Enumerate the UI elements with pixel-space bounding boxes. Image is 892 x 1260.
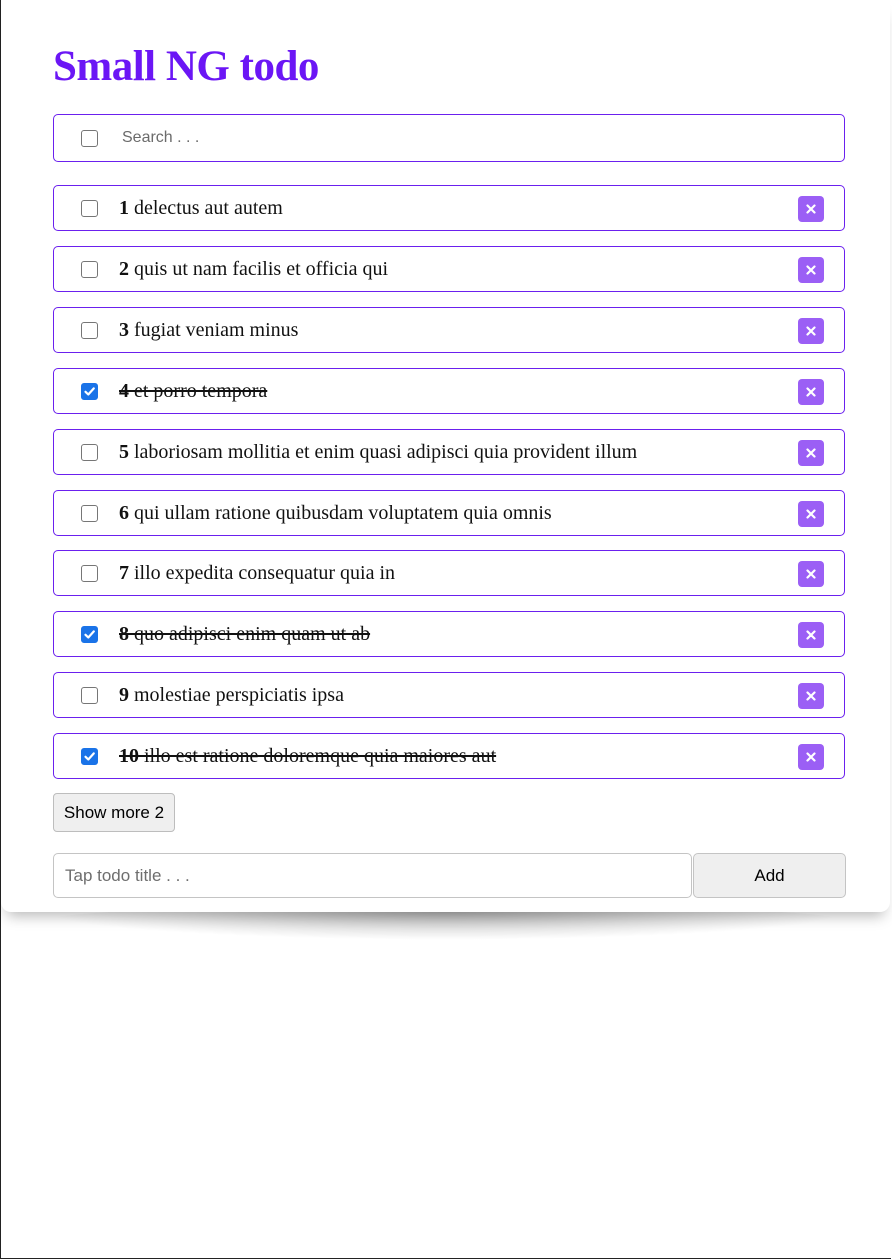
todo-checkbox[interactable] bbox=[81, 260, 98, 278]
todo-title: delectus aut autem bbox=[134, 197, 283, 219]
close-icon bbox=[806, 204, 816, 214]
todo-title: illo est ratione doloremque quia maiores… bbox=[144, 745, 497, 768]
todo-text: 3 fugiat veniam minus bbox=[119, 319, 298, 342]
close-icon bbox=[806, 387, 816, 397]
delete-todo-button[interactable] bbox=[798, 561, 824, 588]
todo-checkbox[interactable] bbox=[81, 443, 98, 461]
todo-title: illo expedita consequatur quia in bbox=[134, 562, 396, 585]
todo-text: 1 delectus aut autem bbox=[119, 197, 283, 220]
todo-title: fugiat veniam minus bbox=[134, 318, 299, 341]
todo-checkbox[interactable] bbox=[81, 565, 98, 583]
page-title: Small NG todo bbox=[53, 43, 319, 90]
todo-item: 2 quis ut nam facilis et officia qui bbox=[53, 245, 845, 292]
todo-checkbox[interactable] bbox=[81, 748, 98, 766]
checkmark-icon bbox=[84, 386, 95, 396]
delete-todo-button[interactable] bbox=[798, 744, 824, 771]
todo-text: 8 quo adipisci enim quam ut ab bbox=[119, 623, 370, 646]
todo-title: et porro tempora bbox=[134, 379, 268, 402]
todo-title: laboriosam mollitia et enim quasi adipis… bbox=[134, 440, 638, 463]
todo-id: 2 bbox=[119, 257, 129, 280]
todo-card: Small NG todo 1 delectus aut autem 2 quis… bbox=[1, 0, 890, 912]
todo-text: 5 laboriosam mollitia et enim quasi adip… bbox=[119, 441, 637, 464]
todo-checkbox[interactable] bbox=[81, 504, 98, 522]
todo-checkbox[interactable] bbox=[81, 200, 98, 217]
todo-checkbox[interactable] bbox=[81, 382, 98, 400]
close-icon bbox=[806, 630, 816, 640]
show-more-button[interactable]: Show more 2 bbox=[53, 793, 175, 832]
delete-todo-button[interactable] bbox=[798, 500, 824, 527]
todo-title: quo adipisci enim quam ut ab bbox=[134, 623, 371, 646]
search-bar bbox=[53, 114, 845, 162]
close-icon bbox=[806, 752, 816, 762]
checkmark-icon bbox=[84, 752, 95, 761]
delete-todo-button[interactable] bbox=[798, 683, 824, 710]
todo-title: molestiae perspiciatis ipsa bbox=[134, 684, 344, 707]
todo-text: 9 molestiae perspiciatis ipsa bbox=[119, 684, 344, 707]
search-input[interactable] bbox=[122, 127, 722, 149]
todo-checkbox[interactable] bbox=[81, 687, 98, 705]
close-icon bbox=[806, 569, 816, 579]
todo-text: 6 qui ullam ratione quibusdam voluptatem… bbox=[119, 502, 552, 525]
delete-todo-button[interactable] bbox=[798, 317, 824, 344]
todo-text: 10 illo est ratione doloremque quia maio… bbox=[119, 745, 496, 768]
todo-id: 9 bbox=[119, 684, 129, 707]
todo-item: 4 et porro tempora bbox=[53, 367, 845, 414]
todo-item: 9 molestiae perspiciatis ipsa bbox=[53, 672, 845, 719]
todo-id: 8 bbox=[119, 623, 129, 646]
todo-text: 4 et porro tempora bbox=[119, 380, 267, 403]
delete-todo-button[interactable] bbox=[798, 439, 824, 466]
close-icon bbox=[806, 691, 816, 701]
todo-title: quis ut nam facilis et officia qui bbox=[134, 257, 389, 280]
todo-item: 10 illo est ratione doloremque quia maio… bbox=[53, 733, 845, 780]
todo-title: qui ullam ratione quibusdam voluptatem q… bbox=[134, 501, 552, 524]
todo-id: 1 bbox=[119, 197, 129, 219]
todo-text: 7 illo expedita consequatur quia in bbox=[119, 562, 395, 585]
todo-item: 6 qui ullam ratione quibusdam voluptatem… bbox=[53, 489, 845, 536]
delete-todo-button[interactable] bbox=[798, 196, 824, 222]
todo-id: 5 bbox=[119, 440, 129, 463]
toggle-all-checkbox[interactable] bbox=[81, 130, 98, 147]
close-icon bbox=[806, 265, 816, 275]
close-icon bbox=[806, 326, 816, 336]
todo-id: 4 bbox=[119, 379, 129, 402]
delete-todo-button[interactable] bbox=[798, 256, 824, 283]
add-button[interactable]: Add bbox=[693, 853, 846, 898]
todo-id: 6 bbox=[119, 501, 129, 524]
todo-item: 5 laboriosam mollitia et enim quasi adip… bbox=[53, 428, 845, 475]
new-todo-input[interactable] bbox=[53, 853, 692, 898]
todo-item: 7 illo expedita consequatur quia in bbox=[53, 550, 845, 597]
todo-checkbox[interactable] bbox=[81, 321, 98, 339]
checkmark-icon bbox=[84, 630, 95, 639]
delete-todo-button[interactable] bbox=[798, 378, 824, 405]
todo-id: 10 bbox=[119, 745, 139, 768]
close-icon bbox=[806, 447, 816, 458]
todo-id: 3 bbox=[119, 318, 129, 341]
todo-item: 8 quo adipisci enim quam ut ab bbox=[53, 611, 845, 658]
delete-todo-button[interactable] bbox=[798, 622, 824, 649]
todo-text: 2 quis ut nam facilis et officia qui bbox=[119, 258, 388, 281]
close-icon bbox=[806, 508, 816, 519]
todo-checkbox[interactable] bbox=[81, 626, 98, 644]
todo-item: 1 delectus aut autem bbox=[53, 185, 845, 231]
todo-id: 7 bbox=[119, 562, 129, 585]
todo-item: 3 fugiat veniam minus bbox=[53, 306, 845, 353]
